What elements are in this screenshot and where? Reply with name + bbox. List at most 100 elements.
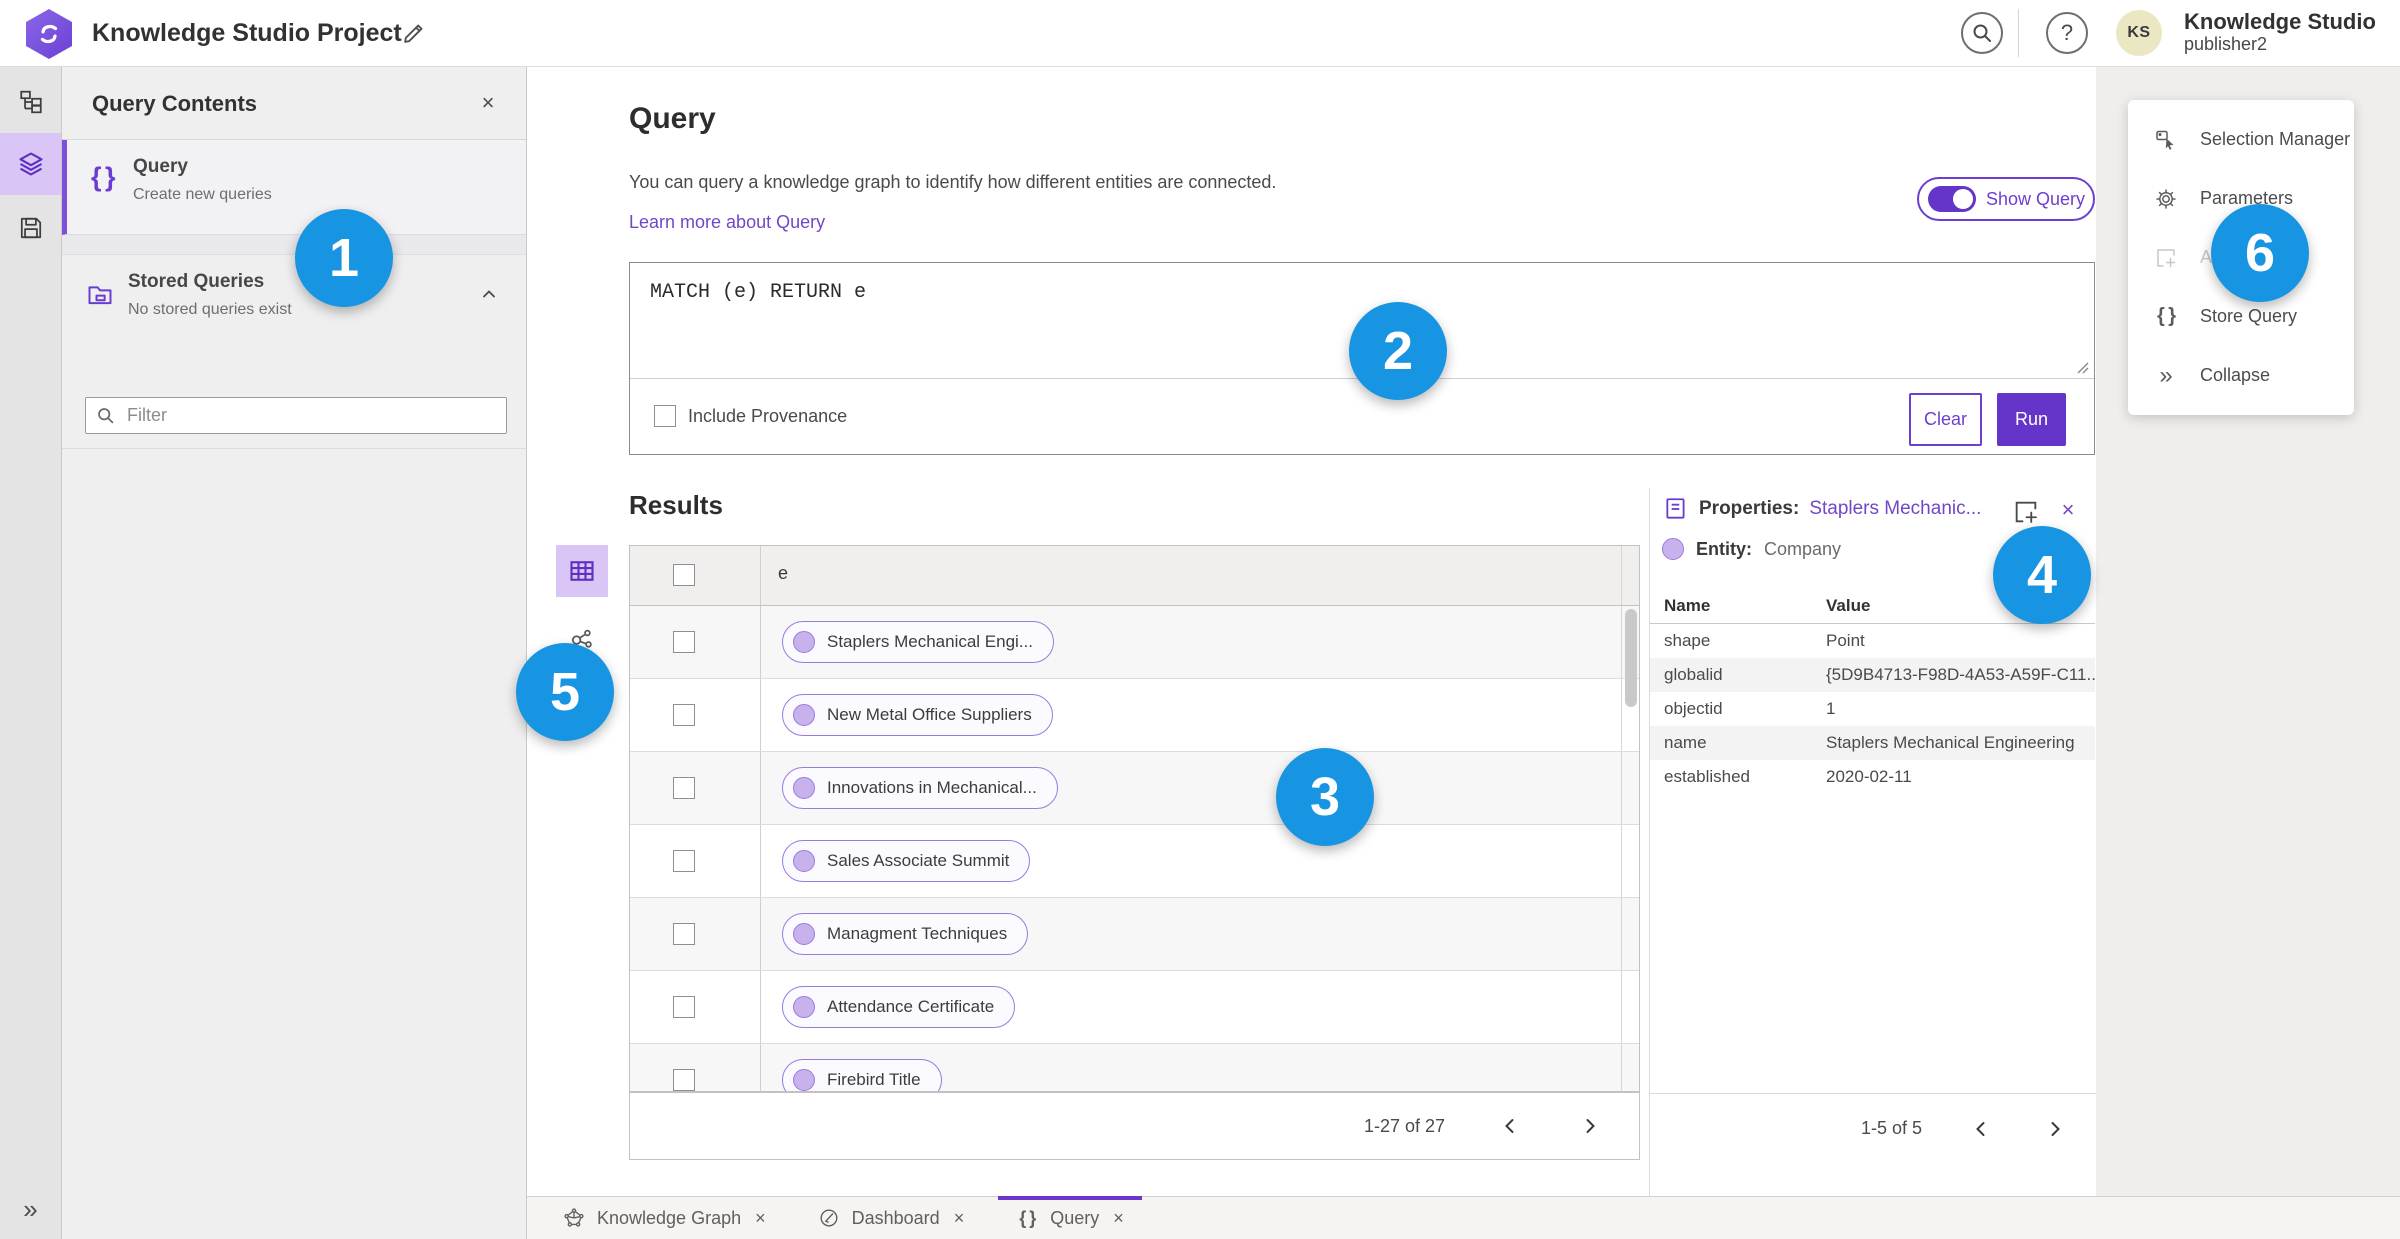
row-checkbox[interactable] [673, 777, 695, 799]
entity-pill[interactable]: Attendance Certificate [782, 986, 1016, 1028]
contents-item-query[interactable]: { } Query Create new queries [62, 140, 526, 235]
knowledge-graph-icon [563, 1207, 585, 1229]
table-row[interactable]: Managment Techniques [630, 898, 1639, 971]
entity-pill[interactable]: Innovations in Mechanical... [782, 767, 1058, 809]
menu-item-selection-manager[interactable]: Selection Manager [2128, 128, 2354, 152]
tab-label: Knowledge Graph [597, 1207, 742, 1228]
clear-button[interactable]: Clear [1909, 393, 1982, 446]
tab-dashboard[interactable]: Dashboard × [800, 1197, 983, 1239]
entity-pill[interactable]: Managment Techniques [782, 913, 1029, 955]
entity-dot-icon [793, 631, 815, 653]
row-checkbox[interactable] [673, 631, 695, 653]
row-checkbox[interactable] [673, 923, 695, 945]
edit-title-icon[interactable] [400, 19, 430, 49]
column-header-e: e [778, 563, 789, 583]
table-scrollbar[interactable] [1625, 609, 1637, 707]
property-row[interactable]: name Staplers Mechanical Engineering [1650, 726, 2095, 760]
entity-dot-icon [793, 850, 815, 872]
close-tab-icon[interactable]: × [755, 1208, 766, 1229]
add-to-selection-button[interactable] [2012, 498, 2040, 526]
query-text-input[interactable]: MATCH (e) RETURN e [650, 281, 866, 304]
section-gap [62, 235, 526, 255]
properties-pagination: 1-5 of 5 [1650, 1093, 2096, 1163]
include-provenance-checkbox[interactable] [654, 405, 676, 427]
close-icon: × [481, 90, 495, 115]
help-button[interactable]: ? [2046, 12, 2088, 54]
close-tab-icon[interactable]: × [954, 1208, 965, 1229]
callout-badge-5: 5 [516, 643, 614, 741]
add-square-icon [2154, 246, 2178, 270]
toggle-switch-icon[interactable] [1928, 186, 1976, 212]
properties-title-row: Properties: Staplers Mechanic... [1663, 496, 1981, 522]
property-row[interactable]: established 2020-02-11 [1650, 760, 2095, 794]
query-contents-title: Query Contents [92, 91, 258, 116]
contents-item-stored-queries[interactable]: Stored Queries No stored queries exist [62, 255, 526, 449]
save-rail-button[interactable] [0, 197, 61, 259]
table-row[interactable]: Sales Associate Summit [630, 825, 1639, 898]
include-provenance-option[interactable]: Include Provenance [654, 405, 847, 427]
properties-entity-link[interactable]: Staplers Mechanic... [1809, 498, 1981, 520]
toggle-knob [1953, 189, 1973, 209]
gear-icon [2154, 187, 2178, 211]
layers-icon [18, 152, 43, 176]
entity-pill[interactable]: New Metal Office Suppliers [782, 694, 1053, 736]
tab-knowledge-graph[interactable]: Knowledge Graph × [545, 1197, 784, 1239]
close-tab-icon[interactable]: × [1113, 1208, 1124, 1229]
column-divider [760, 1044, 761, 1091]
menu-item-collapse[interactable]: » Collapse [2128, 361, 2354, 389]
property-row[interactable]: globalid {5D9B4713-F98D-4A53-A59F-C11... [1650, 658, 2095, 692]
tab-query[interactable]: { } Query × [998, 1196, 1142, 1239]
filter-field[interactable] [85, 397, 507, 434]
entity-pill[interactable]: Firebird Title [782, 1059, 942, 1091]
property-row[interactable]: shape Point [1650, 624, 2095, 658]
entity-pill[interactable]: Sales Associate Summit [782, 840, 1031, 882]
scrollbar-divider [1621, 606, 1622, 678]
property-name: shape [1664, 631, 1711, 650]
property-value: 1 [1826, 699, 1836, 718]
next-page-button[interactable] [2040, 1114, 2070, 1144]
menu-item-store-query[interactable]: { } Store Query [2128, 305, 2354, 329]
user-block[interactable]: Knowledge Studio publisher2 [2184, 9, 2376, 55]
close-panel-button[interactable]: × [472, 87, 504, 119]
table-row[interactable]: Attendance Certificate [630, 971, 1639, 1044]
entity-label: Entity: [1696, 538, 1752, 559]
layers-rail-button[interactable] [0, 133, 61, 195]
search-button[interactable] [1961, 12, 2003, 54]
filter-input[interactable] [127, 405, 496, 426]
chevrons-right-icon: » [2159, 361, 2173, 389]
close-properties-button[interactable]: × [2054, 496, 2082, 524]
app-window: Knowledge Studio Project ? KS Knowledge … [0, 0, 2400, 1239]
resize-handle-icon[interactable] [2076, 361, 2090, 375]
row-checkbox[interactable] [673, 850, 695, 872]
run-button[interactable]: Run [1997, 393, 2066, 446]
scrollbar-divider [1621, 971, 1622, 1043]
data-model-rail-button[interactable] [0, 71, 61, 133]
expand-rail-button[interactable]: » [0, 1187, 61, 1231]
table-view-button[interactable] [556, 545, 608, 597]
results-pagination: 1-27 of 27 [629, 1092, 1640, 1160]
row-checkbox[interactable] [673, 704, 695, 726]
table-row[interactable]: Staplers Mechanical Engi... [630, 606, 1639, 679]
table-row[interactable]: Firebird Title [630, 1044, 1639, 1091]
select-all-checkbox[interactable] [673, 564, 695, 586]
property-value: {5D9B4713-F98D-4A53-A59F-C11... [1826, 665, 2095, 684]
previous-page-button[interactable] [1495, 1111, 1525, 1141]
row-checkbox[interactable] [673, 1069, 695, 1091]
next-page-button[interactable] [1575, 1111, 1605, 1141]
row-checkbox[interactable] [673, 996, 695, 1018]
previous-page-button[interactable] [1966, 1114, 1996, 1144]
entity-dot-icon [793, 923, 815, 945]
learn-more-link[interactable]: Learn more about Query [629, 212, 825, 233]
entity-pill[interactable]: Staplers Mechanical Engi... [782, 621, 1054, 663]
pagination-range: 1-27 of 27 [1363, 1115, 1445, 1136]
entity-dot-icon [793, 996, 815, 1018]
table-row[interactable]: Innovations in Mechanical... [630, 752, 1639, 825]
query-section-title: Query [629, 102, 716, 135]
braces-icon: { } [1019, 1207, 1036, 1228]
avatar[interactable]: KS [2116, 10, 2162, 56]
show-query-toggle[interactable]: Show Query [1917, 177, 2095, 221]
callout-badge-6: 6 [2211, 204, 2309, 302]
collapse-section-button[interactable] [474, 279, 504, 309]
table-row[interactable]: New Metal Office Suppliers [630, 679, 1639, 752]
property-row[interactable]: objectid 1 [1650, 692, 2095, 726]
